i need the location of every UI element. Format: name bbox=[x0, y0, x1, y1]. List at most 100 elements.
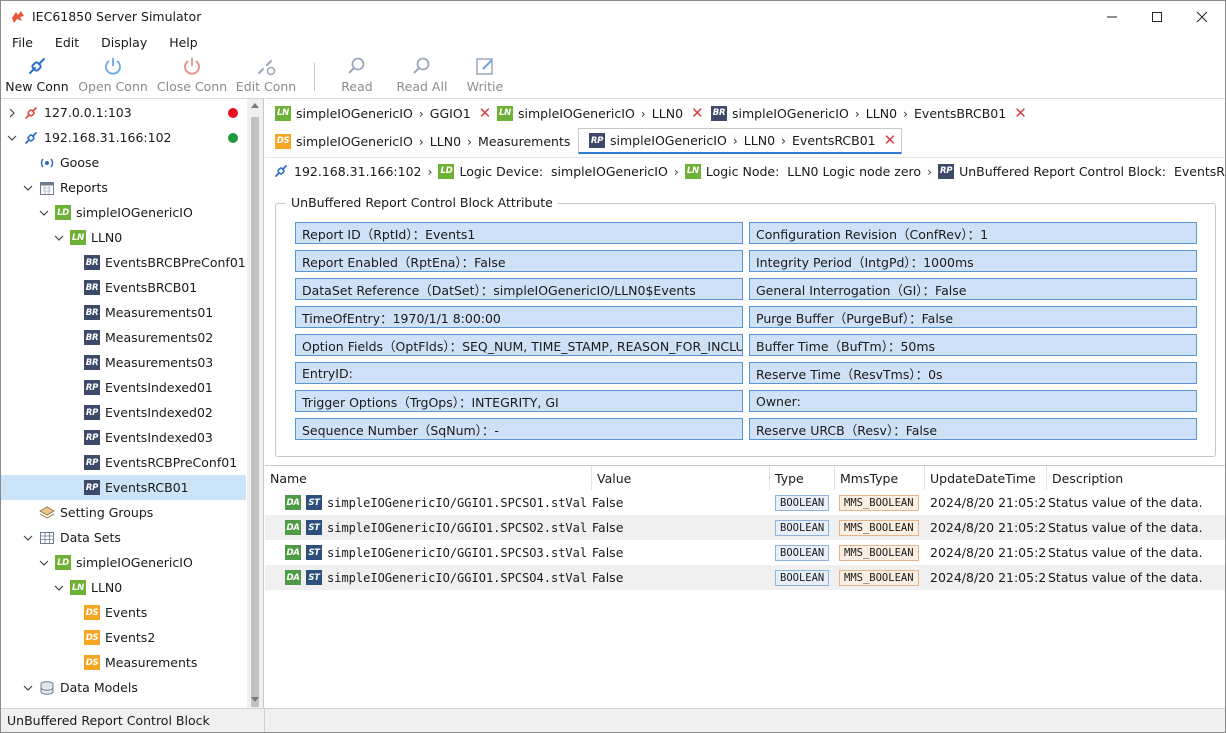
chevron-down-icon[interactable] bbox=[54, 233, 64, 243]
link-icon bbox=[29, 58, 45, 74]
cell-name-text: simpleIOGenericIO/GGIO1.SPCSO4.stVal bbox=[327, 570, 588, 585]
attr-report-enabled[interactable]: Report Enabled（RptEna）：False bbox=[295, 250, 743, 272]
edit-conn-button[interactable]: Edit Conn bbox=[235, 55, 297, 97]
tree-goose[interactable]: Goose bbox=[1, 150, 246, 175]
attr-time-of-entry[interactable]: TimeOfEntry：1970/1/1 8:00:00 bbox=[295, 306, 743, 328]
read-all-button[interactable]: Read All bbox=[395, 55, 449, 97]
menu-help[interactable]: Help bbox=[158, 32, 209, 54]
menu-edit[interactable]: Edit bbox=[44, 32, 90, 54]
chevron-right-icon[interactable] bbox=[7, 108, 17, 118]
menu-file[interactable]: File bbox=[1, 32, 44, 54]
chevron-down-icon[interactable] bbox=[39, 208, 49, 218]
tree-item-urcb[interactable]: RP EventsIndexed02 bbox=[1, 400, 246, 425]
tree-item-dataset[interactable]: DS Measurements bbox=[1, 650, 246, 675]
tree-data-models[interactable]: Data Models bbox=[1, 675, 246, 700]
attr-trigger-options[interactable]: Trigger Options（TrgOps）：INTEGRITY, GI bbox=[295, 390, 743, 412]
tree-server-127[interactable]: 127.0.0.1:103 bbox=[1, 100, 246, 125]
scroll-thumb[interactable] bbox=[251, 117, 259, 707]
doc-tab[interactable]: LN simpleIOGenericIO › GGIO1 ✕ bbox=[265, 100, 496, 126]
chevron-down-icon[interactable] bbox=[54, 583, 64, 593]
table-row[interactable]: DA ST simpleIOGenericIO/GGIO1.SPCSO3.stV… bbox=[265, 540, 1225, 565]
doc-tab[interactable]: BR simpleIOGenericIO › LLN0 › EventsBRCB… bbox=[701, 100, 1032, 126]
tree-item-dataset[interactable]: DS Events bbox=[1, 600, 246, 625]
search-all-icon bbox=[413, 57, 430, 74]
attr-buffer-time[interactable]: Buffer Time（BufTm）：50ms bbox=[749, 334, 1197, 356]
attr-conf-rev[interactable]: Configuration Revision（ConfRev）：1 bbox=[749, 222, 1197, 244]
column-header-value[interactable]: Value bbox=[592, 466, 770, 490]
column-header-name[interactable]: Name bbox=[265, 466, 592, 490]
attr-integrity-period[interactable]: Integrity Period（IntgPd）：1000ms bbox=[749, 250, 1197, 272]
tree-logic-node[interactable]: LN LLN0 bbox=[1, 225, 246, 250]
write-button[interactable]: Writie bbox=[465, 55, 505, 97]
tree-item-urcb[interactable]: RP EventsIndexed03 bbox=[1, 425, 246, 450]
cell-value[interactable]: False bbox=[592, 540, 770, 565]
breadcrumb-server[interactable]: 192.168.31.166:102 bbox=[294, 164, 421, 179]
cell-value[interactable]: False bbox=[592, 565, 770, 590]
attr-reserve-urcb[interactable]: Reserve URCB（Resv）：False bbox=[749, 418, 1197, 440]
menu-display[interactable]: Display bbox=[90, 32, 158, 54]
attr-report-id[interactable]: Report ID（RptId）：Events1 bbox=[295, 222, 743, 244]
tree-item-brcb[interactable]: BR Measurements03 bbox=[1, 350, 246, 375]
table-row[interactable]: DA ST simpleIOGenericIO/GGIO1.SPCSO1.stV… bbox=[265, 490, 1225, 515]
attr-dataset-reference[interactable]: DataSet Reference（DatSet）：simpleIOGeneri… bbox=[295, 278, 743, 300]
column-header-updatedatetime[interactable]: UpdateDateTime bbox=[925, 466, 1047, 490]
attr-reserve-time[interactable]: Reserve Time（ResvTms）：0s bbox=[749, 362, 1197, 384]
chevron-down-icon[interactable] bbox=[7, 133, 17, 143]
tree-scrollbar[interactable] bbox=[247, 99, 263, 708]
column-header-type[interactable]: Type bbox=[770, 466, 835, 490]
cell-value[interactable]: False bbox=[592, 490, 770, 515]
close-tab-icon[interactable]: ✕ bbox=[1014, 105, 1027, 121]
close-window-button[interactable] bbox=[1179, 1, 1225, 32]
attr-general-interrogation[interactable]: General Interrogation（GI）：False bbox=[749, 278, 1197, 300]
read-button[interactable]: Read bbox=[337, 55, 377, 97]
attr-sequence-number[interactable]: Sequence Number（SqNum）：- bbox=[295, 418, 743, 440]
tree-item-urcb[interactable]: RP EventsRCBPreConf01 bbox=[1, 450, 246, 475]
chevron-down-icon[interactable] bbox=[39, 558, 49, 568]
minimize-button[interactable] bbox=[1089, 1, 1135, 32]
chevron-down-icon[interactable] bbox=[23, 683, 33, 693]
attr-purge-buffer[interactable]: Purge Buffer（PurgeBuf）：False bbox=[749, 306, 1197, 328]
tree-item-urcb[interactable]: RP EventsIndexed01 bbox=[1, 375, 246, 400]
column-header-mmstype[interactable]: MmsType bbox=[835, 466, 925, 490]
tree-item-brcb[interactable]: BR EventsBRCBPreConf01 bbox=[1, 250, 246, 275]
broadcast-icon bbox=[40, 158, 54, 167]
close-tab-icon[interactable]: ✕ bbox=[884, 133, 897, 148]
attr-entry-id[interactable]: EntryID: bbox=[295, 362, 743, 384]
tree-logic-device[interactable]: LD simpleIOGenericIO bbox=[1, 200, 246, 225]
tree-item-dataset[interactable]: DS Events2 bbox=[1, 625, 246, 650]
doc-tab[interactable]: DS simpleIOGenericIO › LLN0 › Measuremen… bbox=[265, 128, 596, 154]
attr-option-fields[interactable]: Option Fields（OptFlds）：SEQ_NUM, TIME_STA… bbox=[295, 334, 743, 356]
breadcrumb-rp-value[interactable]: EventsRCB01 bbox=[1174, 164, 1225, 179]
tree-setting-groups[interactable]: Setting Groups bbox=[1, 500, 246, 525]
attr-owner[interactable]: Owner: bbox=[749, 390, 1197, 412]
tree-item-brcb[interactable]: BR Measurements01 bbox=[1, 300, 246, 325]
doc-tab[interactable]: LN simpleIOGenericIO › LLN0 ✕ bbox=[487, 100, 709, 126]
br-tag-icon: BR bbox=[84, 255, 100, 270]
doc-tab-active[interactable]: RP simpleIOGenericIO › LLN0 › EventsRCB0… bbox=[578, 128, 903, 154]
tree-logic-device[interactable]: LD simpleIOGenericIO bbox=[1, 550, 246, 575]
table-row[interactable]: DA ST simpleIOGenericIO/GGIO1.SPCSO2.stV… bbox=[265, 515, 1225, 540]
scroll-down-icon[interactable] bbox=[251, 697, 259, 702]
cell-value[interactable]: False bbox=[592, 515, 770, 540]
tree-server-192[interactable]: 192.168.31.166:102 bbox=[1, 125, 246, 150]
breadcrumb-ln-value[interactable]: LLN0 Logic node zero bbox=[787, 164, 921, 179]
tree-item-brcb[interactable]: BR EventsBRCB01 bbox=[1, 275, 246, 300]
scroll-up-icon[interactable] bbox=[251, 103, 259, 108]
chevron-down-icon[interactable] bbox=[23, 183, 33, 193]
tree-item-urcb-selected[interactable]: RP EventsRCB01 bbox=[1, 475, 246, 500]
column-header-description[interactable]: Description bbox=[1047, 466, 1225, 490]
tab-part: Measurements bbox=[478, 133, 571, 149]
cell-description: Status value of the data. bbox=[1048, 545, 1203, 560]
tree-item-brcb[interactable]: BR Measurements02 bbox=[1, 325, 246, 350]
tree-reports[interactable]: Reports bbox=[1, 175, 246, 200]
maximize-button[interactable] bbox=[1134, 1, 1180, 32]
open-conn-button[interactable]: Open Conn bbox=[77, 55, 149, 97]
tab-part: GGIO1 bbox=[429, 105, 471, 121]
chevron-down-icon[interactable] bbox=[23, 533, 33, 543]
breadcrumb-ld-value[interactable]: simpleIOGenericIO bbox=[551, 164, 668, 179]
close-conn-button[interactable]: Close Conn bbox=[155, 55, 229, 97]
tree-data-sets[interactable]: Data Sets bbox=[1, 525, 246, 550]
tree-logic-node[interactable]: LN LLN0 bbox=[1, 575, 246, 600]
new-conn-button[interactable]: New Conn bbox=[5, 55, 69, 97]
table-row[interactable]: DA ST simpleIOGenericIO/GGIO1.SPCSO4.stV… bbox=[265, 565, 1225, 590]
